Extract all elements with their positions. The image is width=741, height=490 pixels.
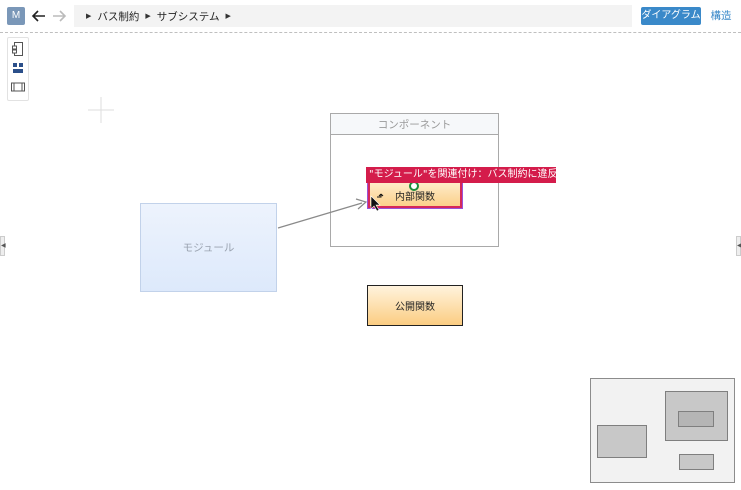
diagram-tab-button[interactable]: ダイアグラム	[641, 7, 701, 25]
public-function-label: 公開関数	[395, 302, 435, 313]
structure-tab-link[interactable]: 構造	[706, 7, 736, 25]
breadcrumb-item-bus-constraint[interactable]: バス制約	[97, 9, 139, 24]
left-panel-toggle[interactable]: ◀	[0, 236, 6, 256]
top-toolbar: M ▶ バス制約 ▶ サブシステム ▶ ダイアグラム 構造	[0, 0, 741, 33]
user-avatar[interactable]: M	[7, 7, 25, 25]
chevron-right-icon: ▶	[86, 12, 92, 20]
back-arrow-icon[interactable]	[30, 6, 48, 26]
minimap-module-block	[597, 425, 647, 458]
frame-icon[interactable]	[10, 41, 26, 57]
error-tooltip: "モジュール"を関連付け：バス制約に違反します	[366, 167, 556, 183]
minimap-internal-block	[678, 411, 714, 427]
breadcrumb-item-subsystem[interactable]: サブシステム	[157, 9, 220, 24]
breadcrumb: ▶ バス制約 ▶ サブシステム ▶	[74, 5, 632, 27]
component-node-label: コンポーネント	[377, 118, 452, 131]
module-node-label: モジュール	[182, 242, 235, 254]
crosshair-icon	[88, 97, 114, 123]
chevron-right-icon: ▶	[225, 12, 231, 20]
module-node[interactable]: モジュール	[140, 203, 277, 292]
public-function-node[interactable]: 公開関数	[367, 285, 463, 326]
forward-arrow-icon[interactable]	[50, 6, 68, 26]
right-panel-toggle[interactable]: ◀	[736, 236, 741, 256]
component-node-header: コンポーネント	[331, 114, 498, 135]
tool-palette	[7, 37, 29, 101]
minimap[interactable]	[590, 378, 735, 483]
panel-icon[interactable]	[10, 79, 26, 95]
internal-function-label: 内部関数	[395, 191, 435, 203]
components-icon[interactable]	[10, 60, 26, 76]
minimap-public-block	[679, 454, 714, 470]
chevron-right-icon: ▶	[145, 12, 151, 20]
